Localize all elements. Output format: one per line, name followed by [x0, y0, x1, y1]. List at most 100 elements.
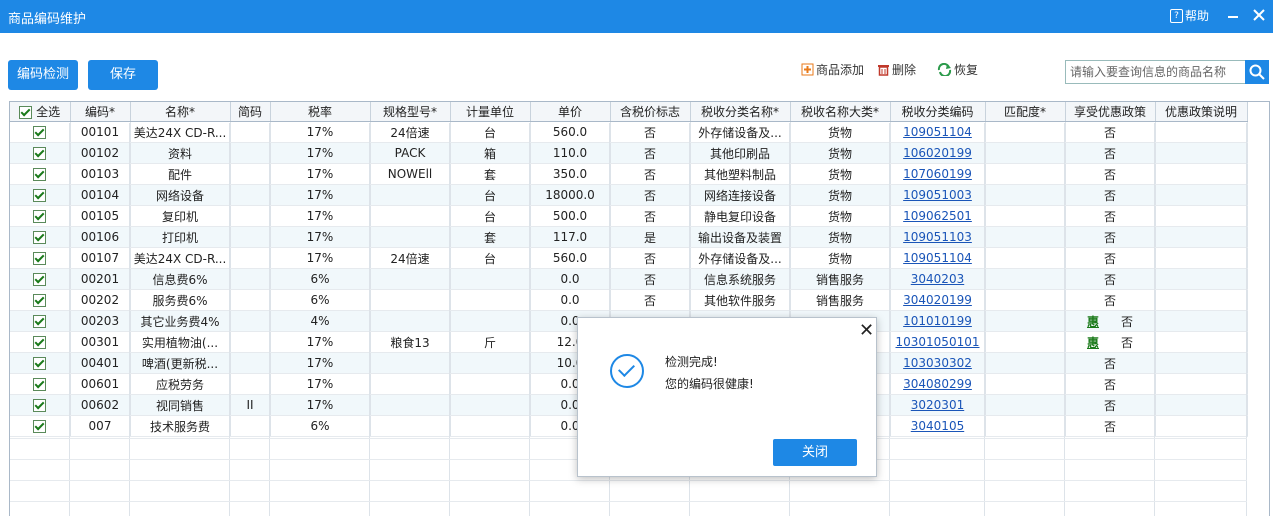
cell-tax-flag[interactable]: 否 [610, 184, 691, 206]
column-header[interactable]: 名称* [130, 102, 231, 122]
cell-spec[interactable] [370, 373, 451, 395]
cell-match[interactable] [985, 205, 1066, 227]
row-checkbox[interactable] [33, 126, 47, 139]
cell-spec[interactable] [370, 205, 451, 227]
cell-tax-major[interactable]: 货物 [790, 121, 891, 143]
cell-unit[interactable]: 台 [450, 184, 531, 206]
cell-tax-major[interactable]: 货物 [790, 247, 891, 269]
column-header[interactable]: 简码 [230, 102, 271, 122]
policy-badge[interactable]: 惠 [1087, 315, 1099, 329]
cell-tax-cat-name[interactable]: 其他印刷品 [690, 142, 791, 164]
cell-tax-cat-name[interactable]: 静电复印设备 [690, 205, 791, 227]
cell-match[interactable] [985, 394, 1066, 416]
cell-price[interactable]: 560.0 [530, 247, 611, 269]
select-all-checkbox[interactable] [19, 106, 33, 119]
cell-spec[interactable] [370, 226, 451, 248]
cell-tax-cat-name[interactable]: 信息系统服务 [690, 268, 791, 290]
cell-policy[interactable]: 否 [1065, 121, 1156, 143]
row-select-cell[interactable] [10, 121, 71, 143]
cell-unit[interactable] [450, 289, 531, 311]
row-select-cell[interactable] [10, 310, 71, 332]
cell-code[interactable]: 00106 [70, 226, 131, 248]
tax-code-link[interactable]: 103030302 [903, 356, 972, 370]
cell-short[interactable] [230, 331, 271, 353]
cell-rate[interactable]: 6% [270, 268, 371, 290]
table-row[interactable]: 00106 打印机 17% 套 117.0 是输出设备及装置 货物 109051103 否 [10, 226, 1248, 248]
row-checkbox[interactable] [33, 336, 47, 349]
cell-price[interactable]: 117.0 [530, 226, 611, 248]
row-select-cell[interactable] [10, 205, 71, 227]
cell-name[interactable]: 其它业务费4% [130, 310, 231, 332]
cell-unit[interactable]: 台 [450, 121, 531, 143]
cell-spec[interactable] [370, 289, 451, 311]
cell-name[interactable]: 复印机 [130, 205, 231, 227]
cell-short[interactable] [230, 121, 271, 143]
cell-tax-code[interactable]: 103030302 [890, 352, 986, 374]
column-header[interactable]: 匹配度* [985, 102, 1066, 122]
row-select-cell[interactable] [10, 289, 71, 311]
cell-price[interactable]: 560.0 [530, 121, 611, 143]
cell-price[interactable]: 18000.0 [530, 184, 611, 206]
cell-policy[interactable]: 惠否 [1065, 310, 1156, 332]
cell-code[interactable]: 00401 [70, 352, 131, 374]
cell-code[interactable]: 007 [70, 415, 131, 437]
cell-short[interactable] [230, 310, 271, 332]
cell-policy[interactable]: 否 [1065, 163, 1156, 185]
cell-match[interactable] [985, 142, 1066, 164]
cell-unit[interactable]: 套 [450, 226, 531, 248]
cell-name[interactable]: 美达24X CD-R... [130, 247, 231, 269]
delete-button[interactable]: 删除 [877, 61, 916, 78]
column-header[interactable]: 享受优惠政策 [1065, 102, 1156, 122]
tax-code-link[interactable]: 3040203 [911, 272, 964, 286]
cell-spec[interactable] [370, 310, 451, 332]
tax-code-link[interactable]: 107060199 [903, 167, 972, 181]
cell-match[interactable] [985, 289, 1066, 311]
table-row[interactable]: 00103 配件 17% NOWEll 套 350.0 否其他塑料制品 货物 107060199… [10, 163, 1248, 185]
cell-tax-code[interactable]: 109051003 [890, 184, 986, 206]
cell-match[interactable] [985, 163, 1066, 185]
cell-name[interactable]: 技术服务费 [130, 415, 231, 437]
cell-unit[interactable] [450, 268, 531, 290]
table-row[interactable]: 00101 美达24X CD-R... 17% 24倍速台 560.0 否外存储设备及..… [10, 121, 1248, 143]
cell-price[interactable]: 0.0 [530, 268, 611, 290]
cell-rate[interactable]: 17% [270, 121, 371, 143]
help-button[interactable]: ? 帮助 [1170, 7, 1209, 24]
cell-code[interactable]: 00102 [70, 142, 131, 164]
cell-rate[interactable]: 6% [270, 415, 371, 437]
cell-rate[interactable]: 17% [270, 205, 371, 227]
column-header[interactable]: 计量单位 [450, 102, 531, 122]
cell-price[interactable]: 110.0 [530, 142, 611, 164]
cell-tax-flag[interactable]: 是 [610, 226, 691, 248]
cell-tax-major[interactable]: 货物 [790, 205, 891, 227]
row-select-cell[interactable] [10, 415, 71, 437]
row-select-cell[interactable] [10, 352, 71, 374]
tax-code-link[interactable]: 106020199 [903, 146, 972, 160]
cell-unit[interactable]: 套 [450, 163, 531, 185]
cell-tax-code[interactable]: 109051103 [890, 226, 986, 248]
cell-code[interactable]: 00101 [70, 121, 131, 143]
cell-tax-flag[interactable]: 否 [610, 142, 691, 164]
cell-rate[interactable]: 17% [270, 142, 371, 164]
column-header[interactable]: 税收名称大类* [790, 102, 891, 122]
cell-rate[interactable]: 17% [270, 226, 371, 248]
cell-tax-flag[interactable]: 否 [610, 121, 691, 143]
column-header[interactable]: 优惠政策说明 [1155, 102, 1248, 122]
cell-tax-code[interactable]: 10301050101 [890, 331, 986, 353]
cell-code[interactable]: 00601 [70, 373, 131, 395]
cell-match[interactable] [985, 226, 1066, 248]
cell-policy[interactable]: 否 [1065, 142, 1156, 164]
cell-unit[interactable] [450, 352, 531, 374]
cell-tax-code[interactable]: 107060199 [890, 163, 986, 185]
row-select-cell[interactable] [10, 373, 71, 395]
cell-rate[interactable]: 17% [270, 352, 371, 374]
cell-tax-major[interactable]: 销售服务 [790, 289, 891, 311]
column-header[interactable]: 规格型号* [370, 102, 451, 122]
cell-short[interactable] [230, 226, 271, 248]
row-checkbox[interactable] [33, 273, 47, 286]
dialog-close-button[interactable]: 关闭 [773, 439, 857, 466]
check-code-button[interactable]: 编码检测 [8, 60, 78, 90]
cell-spec[interactable]: PACK [370, 142, 451, 164]
cell-tax-code[interactable]: 106020199 [890, 142, 986, 164]
cell-tax-major[interactable]: 货物 [790, 226, 891, 248]
cell-short[interactable] [230, 373, 271, 395]
